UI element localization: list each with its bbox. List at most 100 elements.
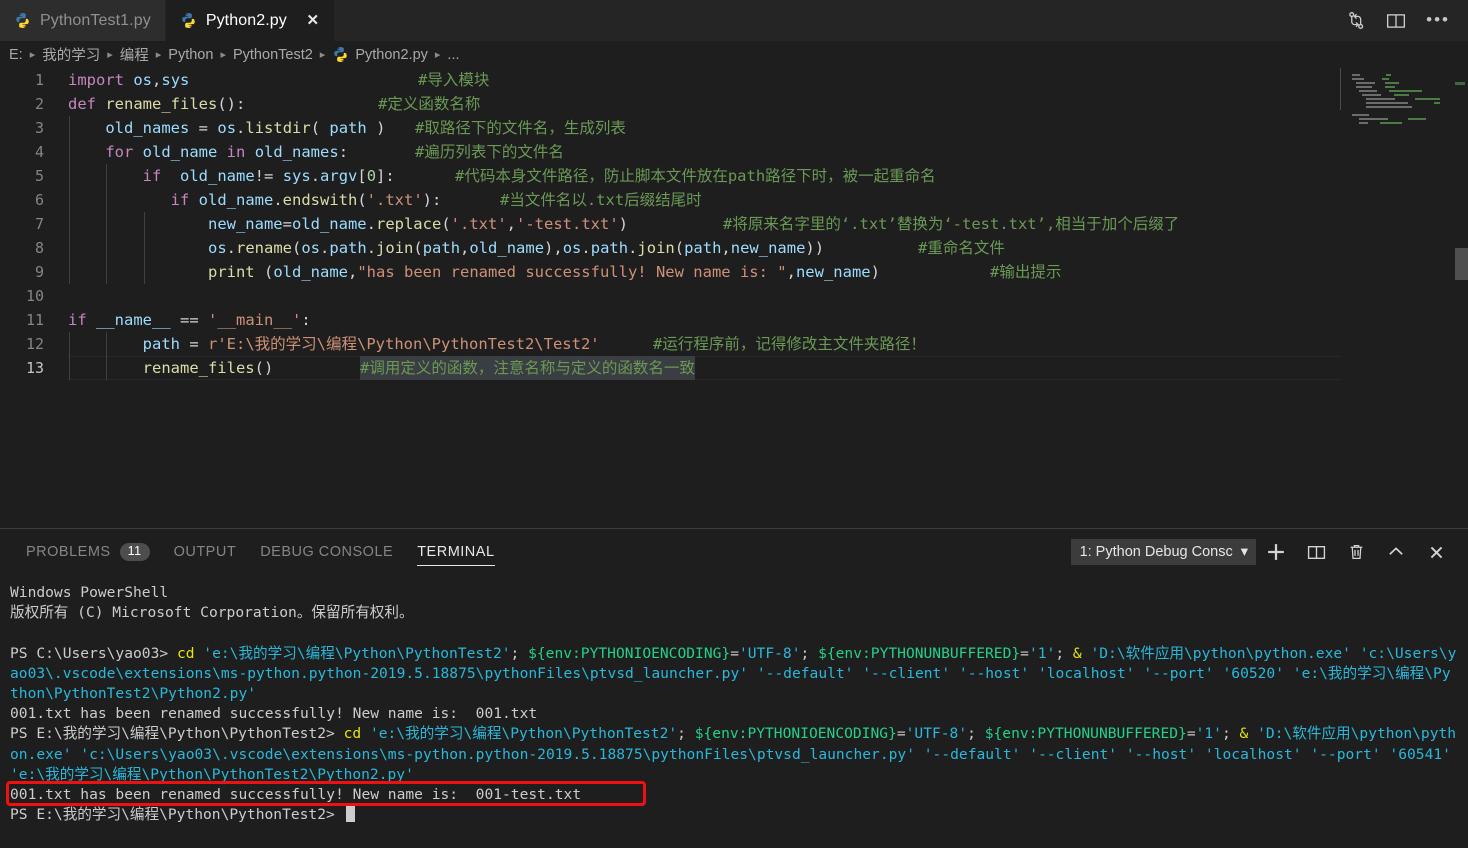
terminal-selector-dropdown[interactable]: 1: Python Debug Consc ▾ xyxy=(1070,539,1256,565)
breadcrumb-file-label: Python2.py xyxy=(355,46,428,63)
code-editor[interactable]: 1 import os,sys #导入模块 2 def rename_files(): #… xyxy=(0,68,1468,528)
panel-tab-terminal[interactable]: TERMINAL xyxy=(405,529,506,575)
code-text: os.rename(os.path.join(path,old_name),os… xyxy=(207,239,825,257)
line-number: 8 xyxy=(34,239,44,257)
editor-tab-label: PythonTest1.py xyxy=(40,11,151,29)
split-terminal-icon[interactable] xyxy=(1296,529,1336,575)
code-line[interactable]: 8 os.rename(os.path.join(path,old_name),… xyxy=(0,236,1468,260)
code-text: new_name=old_name.replace('.txt','-test.… xyxy=(207,215,628,233)
code-text: if old_name.endswith('.txt'): xyxy=(170,191,442,209)
close-panel-icon[interactable] xyxy=(1416,529,1456,575)
terminal-text: = xyxy=(896,725,906,743)
breadcrumb-item-file[interactable]: Python2.py xyxy=(332,46,428,63)
code-text: if __name__ == '__main__': xyxy=(68,311,311,329)
terminal-line: 001.txt has been renamed successfully! N… xyxy=(10,704,1458,724)
code-line[interactable]: 6 if old_name.endswith('.txt'): #当文件名以.tx… xyxy=(0,188,1468,212)
code-line[interactable]: 3 old_names = os.listdir( path ) #取路径下的文件… xyxy=(0,116,1468,140)
code-line[interactable]: 5 if old_name!= sys.argv[0]: #代码本身文件路径，防止… xyxy=(0,164,1468,188)
minimap-comment xyxy=(1380,122,1403,124)
maximize-panel-icon[interactable] xyxy=(1376,529,1416,575)
code-line[interactable]: 12 path = r'E:\我的学习\编程\Python\PythonTest… xyxy=(0,332,1468,356)
chevron-right-icon: ▸ xyxy=(155,49,162,61)
breadcrumb-item-folder4[interactable]: PythonTest2 xyxy=(233,47,313,63)
code-comment: #将原来名字里的‘.txt’替换为‘-test.txt’,相当于加个后缀了 xyxy=(723,215,1180,233)
code-lines-container[interactable]: 1 import os,sys #导入模块 2 def rename_files(): #… xyxy=(0,68,1468,380)
terminal-output[interactable]: Windows PowerShell 版权所有 (C) Microsoft Cor… xyxy=(0,575,1468,848)
close-icon[interactable]: ✕ xyxy=(306,13,320,28)
terminal-cursor xyxy=(345,805,355,823)
terminal-text: ; xyxy=(677,725,695,743)
terminal-text: ; xyxy=(510,644,529,662)
editor-tab-pythontest1[interactable]: PythonTest1.py xyxy=(0,0,166,41)
terminal-text: 'e:\我的学习\编程\Python\PythonTest2' xyxy=(369,725,678,743)
line-number: 12 xyxy=(25,335,44,353)
code-line[interactable]: 9 print (old_name,"has been renamed succ… xyxy=(0,260,1468,284)
breadcrumb-item-folder3[interactable]: Python xyxy=(168,47,213,63)
line-number: 2 xyxy=(34,95,44,113)
terminal-text: ; xyxy=(1221,725,1240,743)
breadcrumb-item-symbols[interactable]: ... xyxy=(447,47,459,63)
breadcrumb: E: ▸ 我的学习 ▸ 编程 ▸ Python ▸ PythonTest2 ▸ … xyxy=(0,41,1468,68)
minimap[interactable] xyxy=(1340,68,1454,528)
code-line[interactable]: 4 for old_name in old_names: #遍历列表下的文件名 xyxy=(0,140,1468,164)
code-text: import os,sys xyxy=(68,71,190,89)
terminal-text: Windows PowerShell xyxy=(10,584,169,601)
code-comment: #遍历列表下的文件名 xyxy=(415,143,564,161)
terminal-line: PS E:\我的学习\编程\Python\PythonTest2> xyxy=(10,805,1458,825)
panel-tab-output[interactable]: OUTPUT xyxy=(162,529,249,575)
breadcrumb-item-folder1[interactable]: 我的学习 xyxy=(42,44,100,65)
new-terminal-icon[interactable] xyxy=(1256,529,1296,575)
code-line[interactable]: 10 xyxy=(0,284,1468,308)
terminal-text: & xyxy=(1072,644,1091,662)
split-editor-layout-icon[interactable] xyxy=(1386,12,1406,30)
code-line[interactable]: 2 def rename_files(): #定义函数名称 xyxy=(0,92,1468,116)
panel-tab-label: OUTPUT xyxy=(173,544,237,560)
panel-header: PROBLEMS 11 OUTPUT DEBUG CONSOLE TERMINA… xyxy=(0,529,1468,575)
panel-tab-label: PROBLEMS xyxy=(26,544,111,560)
code-text: path = r'E:\我的学习\编程\Python\PythonTest2\T… xyxy=(142,335,600,353)
minimap-comment xyxy=(1408,118,1427,120)
more-actions-icon[interactable]: ••• xyxy=(1426,11,1450,28)
terminal-text: PS E:\我的学习\编程\Python\PythonTest2> xyxy=(10,725,344,743)
panel-tab-list: PROBLEMS 11 OUTPUT DEBUG CONSOLE TERMINA… xyxy=(0,529,507,575)
terminal-text: & xyxy=(1239,725,1258,743)
editor-tab-bar: PythonTest1.py Python2.py ✕ ••• xyxy=(0,0,1468,41)
code-text: rename_files() xyxy=(142,359,274,377)
panel-tab-debug-console[interactable]: DEBUG CONSOLE xyxy=(248,529,405,575)
code-comment: #输出提示 xyxy=(990,263,1062,281)
code-line[interactable]: 13 rename_files() #调用定义的函数，注意名称与定义的函数名一致 xyxy=(0,356,1468,380)
breadcrumb-item-folder2[interactable]: 编程 xyxy=(120,44,149,65)
minimap-slider[interactable] xyxy=(1340,68,1454,110)
code-line[interactable]: 11 if __name__ == '__main__': xyxy=(0,308,1468,332)
kill-terminal-icon[interactable] xyxy=(1336,529,1376,575)
minimap-line xyxy=(1359,122,1369,124)
code-line[interactable]: 1 import os,sys #导入模块 xyxy=(0,68,1468,92)
terminal-line: PS C:\Users\yao03> cd 'e:\我的学习\编程\Python… xyxy=(10,644,1458,705)
breadcrumb-item-drive[interactable]: E: xyxy=(9,47,23,63)
editor-scrollbar[interactable] xyxy=(1454,68,1468,528)
terminal-text: = xyxy=(1186,725,1196,743)
minimap-line xyxy=(1352,114,1369,116)
terminal-text: PS C:\Users\yao03> xyxy=(10,644,177,662)
split-editor-vertical-icon[interactable] xyxy=(1347,11,1366,30)
line-number: 10 xyxy=(25,287,44,305)
python-file-icon xyxy=(182,13,195,28)
code-line[interactable]: 7 new_name=old_name.replace('.txt','-tes… xyxy=(0,212,1468,236)
line-number: 3 xyxy=(34,119,44,137)
code-comment: #运行程序前，记得修改主文件夹路径！ xyxy=(653,335,926,353)
chevron-right-icon: ▸ xyxy=(319,49,326,61)
line-number: 6 xyxy=(34,191,44,209)
python-file-icon xyxy=(16,13,29,28)
chevron-down-icon: ▾ xyxy=(1240,543,1248,560)
terminal-text: = xyxy=(1020,644,1029,662)
editor-tab-python2[interactable]: Python2.py ✕ xyxy=(165,0,335,41)
scrollbar-thumb[interactable] xyxy=(1455,248,1468,280)
chevron-right-icon: ▸ xyxy=(107,49,113,61)
terminal-text: ${env:PYTHONUNBUFFERED} xyxy=(984,725,1187,743)
terminal-selector-value: 1: Python Debug Consc xyxy=(1079,543,1233,560)
line-number: 1 xyxy=(34,71,44,89)
panel-tab-problems[interactable]: PROBLEMS 11 xyxy=(14,529,162,575)
terminal-line: 版权所有 (C) Microsoft Corporation。保留所有权利。 xyxy=(10,603,1458,623)
code-comment: #重命名文件 xyxy=(918,239,1005,257)
